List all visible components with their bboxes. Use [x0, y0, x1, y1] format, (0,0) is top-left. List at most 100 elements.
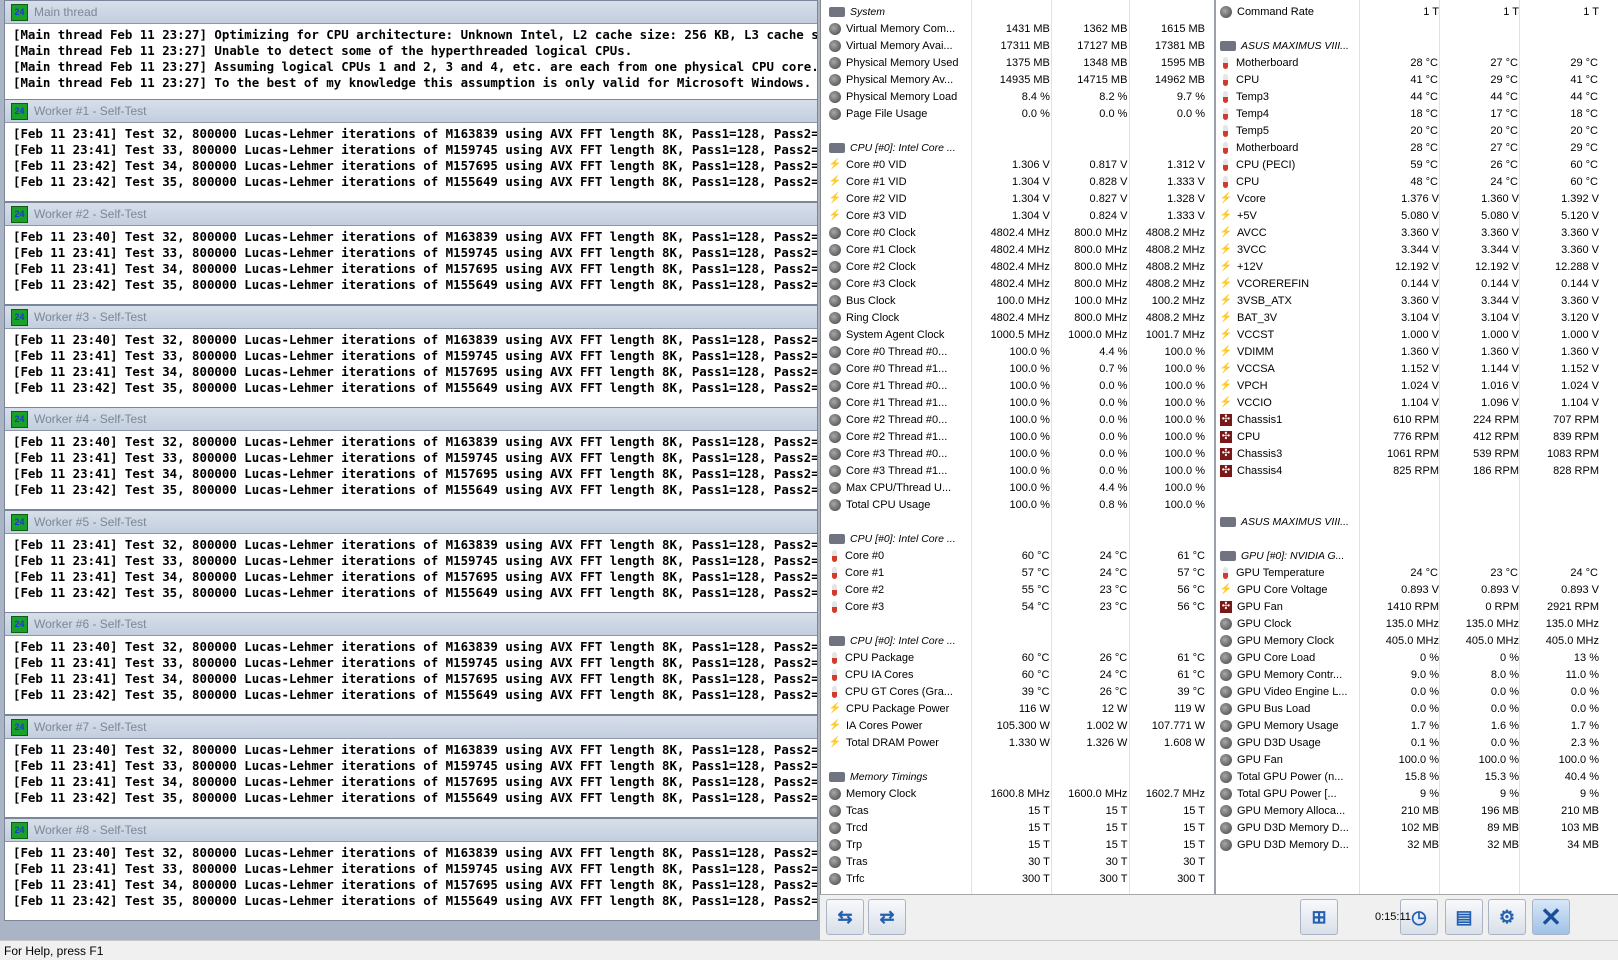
sensor-row[interactable]: Physical Memory Used 1375 MB 1348 MB 1595 M…	[825, 54, 1205, 71]
sensor-row[interactable]: Core #0 Clock 4802.4 MHz 800.0 MHz 4808.2 M…	[825, 224, 1205, 241]
sensor-row[interactable]: ⚡ +5V 5.080 V 5.080 V 5.120 V	[1216, 207, 1618, 224]
worker-7-window[interactable]: 24 Worker #7 - Self-Test [Feb 11 23:40] Te…	[4, 715, 818, 818]
sensor-row[interactable]: CPU IA Cores 60 °C 24 °C 61 °C	[825, 666, 1205, 683]
sensor-group-header[interactable]: CPU [#0]: Intel Core ...	[825, 530, 1205, 547]
sensor-row[interactable]: Tcas 15 T 15 T 15 T	[825, 802, 1205, 819]
sensor-row[interactable]: Total GPU Power [... 9 % 9 % 9 %	[1216, 785, 1618, 802]
sensor-group-header[interactable]: CPU [#0]: Intel Core ...	[825, 139, 1205, 156]
sensor-row[interactable]: Core #1 Clock 4802.4 MHz 800.0 MHz 4808.2 M…	[825, 241, 1205, 258]
sensor-row[interactable]: ⚡ +12V 12.192 V 12.192 V 12.288 V	[1216, 258, 1618, 275]
window-titlebar[interactable]: 24 Worker #5 - Self-Test	[5, 511, 817, 534]
sensor-row[interactable]: ✣ GPU Fan 1410 RPM 0 RPM 2921 RPM	[1216, 598, 1618, 615]
sensor-row[interactable]: GPU Temperature 24 °C 23 °C 24 °C	[1216, 564, 1618, 581]
network-button[interactable]: ⊞	[1300, 899, 1338, 935]
worker-6-window[interactable]: 24 Worker #6 - Self-Test [Feb 11 23:40] Te…	[4, 612, 818, 715]
sensor-row[interactable]: Temp4 18 °C 17 °C 18 °C	[1216, 105, 1618, 122]
main-thread-window[interactable]: 24 Main thread [Main thread Feb 11 23:27] …	[4, 0, 818, 103]
sensor-row[interactable]: ⚡ Total DRAM Power 1.330 W 1.326 W 1.608 W	[825, 734, 1205, 751]
sensor-row[interactable]: Core #1 57 °C 24 °C 57 °C	[825, 564, 1205, 581]
worker-4-window[interactable]: 24 Worker #4 - Self-Test [Feb 11 23:40] Te…	[4, 407, 818, 510]
sensor-row[interactable]: ⚡ 3VCC 3.344 V 3.344 V 3.360 V	[1216, 241, 1618, 258]
sensor-row[interactable]: Tras 30 T 30 T 30 T	[825, 853, 1205, 870]
sensor-row[interactable]: ⚡ VCCIO 1.104 V 1.096 V 1.104 V	[1216, 394, 1618, 411]
sensor-row[interactable]: GPU D3D Usage 0.1 % 0.0 % 2.3 %	[1216, 734, 1618, 751]
sensor-row[interactable]: GPU Bus Load 0.0 % 0.0 % 0.0 %	[1216, 700, 1618, 717]
sensor-row[interactable]: ✣ CPU 776 RPM 412 RPM 839 RPM	[1216, 428, 1618, 445]
sensor-column-right[interactable]: Command Rate 1 T 1 T 1 T ASUS MAXIMUS VIII..…	[1214, 0, 1618, 894]
sensor-row[interactable]: Core #3 54 °C 23 °C 56 °C	[825, 598, 1205, 615]
sensor-row[interactable]: ⚡ VPCH 1.024 V 1.016 V 1.024 V	[1216, 377, 1618, 394]
sensor-row[interactable]: Core #1 Thread #1... 100.0 % 0.0 % 100.0 %	[825, 394, 1205, 411]
sensor-column-left[interactable]: System Virtual Memory Com... 1431 MB 1362 M…	[825, 0, 1205, 894]
sensor-row[interactable]: CPU (PECI) 59 °C 26 °C 60 °C	[1216, 156, 1618, 173]
sensor-row[interactable]: GPU Core Load 0 % 0 % 13 %	[1216, 649, 1618, 666]
sensor-row[interactable]: ✣ Chassis4 825 RPM 186 RPM 828 RPM	[1216, 462, 1618, 479]
sensor-row[interactable]: Core #0 Thread #0... 100.0 % 4.4 % 100.0 %	[825, 343, 1205, 360]
sensor-row[interactable]: ⚡ Core #0 VID 1.306 V 0.817 V 1.312 V	[825, 156, 1205, 173]
sensor-row[interactable]: Temp5 20 °C 20 °C 20 °C	[1216, 122, 1618, 139]
sensor-row[interactable]: Ring Clock 4802.4 MHz 800.0 MHz 4808.2 MHz	[825, 309, 1205, 326]
sensor-row[interactable]: Max CPU/Thread U... 100.0 % 4.4 % 100.0 %	[825, 479, 1205, 496]
sensor-row[interactable]: ✣ Chassis1 610 RPM 224 RPM 707 RPM	[1216, 411, 1618, 428]
window-titlebar[interactable]: 24 Main thread	[5, 1, 817, 24]
sensor-row[interactable]: GPU Memory Contr... 9.0 % 8.0 % 11.0 %	[1216, 666, 1618, 683]
sensor-row[interactable]: Command Rate 1 T 1 T 1 T	[1216, 3, 1618, 20]
sensor-row[interactable]: ⚡ CPU Package Power 116 W 12 W 119 W	[825, 700, 1205, 717]
sensor-row[interactable]: ⚡ GPU Core Voltage 0.893 V 0.893 V 0.893 V	[1216, 581, 1618, 598]
sensor-row[interactable]: ⚡ Core #3 VID 1.304 V 0.824 V 1.333 V	[825, 207, 1205, 224]
sensor-row[interactable]: ⚡ VCOREREFIN 0.144 V 0.144 V 0.144 V	[1216, 275, 1618, 292]
worker-5-window[interactable]: 24 Worker #5 - Self-Test [Feb 11 23:41] Te…	[4, 510, 818, 613]
sensor-row[interactable]: System Agent Clock 1000.5 MHz 1000.0 MHz 10…	[825, 326, 1205, 343]
sensor-row[interactable]: Trp 15 T 15 T 15 T	[825, 836, 1205, 853]
sensor-row[interactable]: ⚡ Core #2 VID 1.304 V 0.827 V 1.328 V	[825, 190, 1205, 207]
sensor-row[interactable]: ⚡ VCCSA 1.152 V 1.144 V 1.152 V	[1216, 360, 1618, 377]
sensor-row[interactable]: ⚡ AVCC 3.360 V 3.360 V 3.360 V	[1216, 224, 1618, 241]
sensor-row[interactable]: Core #3 Thread #1... 100.0 % 0.0 % 100.0 %	[825, 462, 1205, 479]
sensor-group-header[interactable]: ASUS MAXIMUS VIII...	[1216, 37, 1618, 54]
window-titlebar[interactable]: 24 Worker #6 - Self-Test	[5, 613, 817, 636]
window-titlebar[interactable]: 24 Worker #4 - Self-Test	[5, 408, 817, 431]
sensor-row[interactable]: Motherboard 28 °C 27 °C 29 °C	[1216, 139, 1618, 156]
sensor-row[interactable]: ⚡ Vcore 1.376 V 1.360 V 1.392 V	[1216, 190, 1618, 207]
sensor-row[interactable]: GPU Video Engine L... 0.0 % 0.0 % 0.0 %	[1216, 683, 1618, 700]
sensor-row[interactable]: CPU 41 °C 29 °C 41 °C	[1216, 71, 1618, 88]
sensor-row[interactable]: Core #2 Thread #1... 100.0 % 0.0 % 100.0 %	[825, 428, 1205, 445]
worker-1-window[interactable]: 24 Worker #1 - Self-Test [Feb 11 23:41] Te…	[4, 99, 818, 202]
sensor-row[interactable]: Physical Memory Av... 14935 MB 14715 MB 149…	[825, 71, 1205, 88]
sensor-row[interactable]: Temp3 44 °C 44 °C 44 °C	[1216, 88, 1618, 105]
sensor-row[interactable]: Memory Clock 1600.8 MHz 1600.0 MHz 1602.7 M…	[825, 785, 1205, 802]
sensor-row[interactable]: Virtual Memory Com... 1431 MB 1362 MB 1615 …	[825, 20, 1205, 37]
sensor-row[interactable]: GPU Memory Usage 1.7 % 1.6 % 1.7 %	[1216, 717, 1618, 734]
settings-button[interactable]: ⚙	[1488, 899, 1526, 935]
window-titlebar[interactable]: 24 Worker #2 - Self-Test	[5, 203, 817, 226]
window-titlebar[interactable]: 24 Worker #8 - Self-Test	[5, 819, 817, 842]
sensor-group-header[interactable]: System	[825, 3, 1205, 20]
sensor-row[interactable]: Physical Memory Load 8.4 % 8.2 % 9.7 %	[825, 88, 1205, 105]
sensor-row[interactable]: GPU Memory Clock 405.0 MHz 405.0 MHz 405.0 …	[1216, 632, 1618, 649]
sensor-row[interactable]: Total CPU Usage 100.0 % 0.8 % 100.0 %	[825, 496, 1205, 513]
sensor-row[interactable]: Trfc 300 T 300 T 300 T	[825, 870, 1205, 887]
sensor-row[interactable]: Core #2 Clock 4802.4 MHz 800.0 MHz 4808.2 M…	[825, 258, 1205, 275]
sensor-group-header[interactable]: GPU [#0]: NVIDIA G...	[1216, 547, 1618, 564]
sensor-row[interactable]: Bus Clock 100.0 MHz 100.0 MHz 100.2 MHz	[825, 292, 1205, 309]
sensor-row[interactable]: GPU Fan 100.0 % 100.0 % 100.0 %	[1216, 751, 1618, 768]
sensor-row[interactable]: ⚡ IA Cores Power 105.300 W 1.002 W 107.771 W	[825, 717, 1205, 734]
sensor-row[interactable]: GPU D3D Memory D... 102 MB 89 MB 103 MB	[1216, 819, 1618, 836]
sensor-row[interactable]: GPU Clock 135.0 MHz 135.0 MHz 135.0 MHz	[1216, 615, 1618, 632]
window-titlebar[interactable]: 24 Worker #1 - Self-Test	[5, 100, 817, 123]
sensor-row[interactable]: CPU GT Cores (Gra... 39 °C 26 °C 39 °C	[825, 683, 1205, 700]
sensor-row[interactable]: Core #3 Clock 4802.4 MHz 800.0 MHz 4808.2 M…	[825, 275, 1205, 292]
sensor-row[interactable]: ⚡ VDIMM 1.360 V 1.360 V 1.360 V	[1216, 343, 1618, 360]
window-titlebar[interactable]: 24 Worker #3 - Self-Test	[5, 306, 817, 329]
sensor-row[interactable]: Page File Usage 0.0 % 0.0 % 0.0 %	[825, 105, 1205, 122]
sensor-row[interactable]: Core #0 60 °C 24 °C 61 °C	[825, 547, 1205, 564]
expand-arrows-button[interactable]: ⇆	[826, 899, 864, 935]
sensor-row[interactable]: ⚡ Core #1 VID 1.304 V 0.828 V 1.333 V	[825, 173, 1205, 190]
sensor-row[interactable]: ⚡ BAT_3V 3.104 V 3.104 V 3.120 V	[1216, 309, 1618, 326]
sensor-group-header[interactable]: ASUS MAXIMUS VIII...	[1216, 513, 1618, 530]
log-button[interactable]: ▤	[1445, 899, 1483, 935]
worker-2-window[interactable]: 24 Worker #2 - Self-Test [Feb 11 23:40] Te…	[4, 202, 818, 305]
sensor-row[interactable]: Core #2 55 °C 23 °C 56 °C	[825, 581, 1205, 598]
sensor-row[interactable]: Core #0 Thread #1... 100.0 % 0.7 % 100.0 %	[825, 360, 1205, 377]
sensor-row[interactable]: ⚡ VCCST 1.000 V 1.000 V 1.000 V	[1216, 326, 1618, 343]
